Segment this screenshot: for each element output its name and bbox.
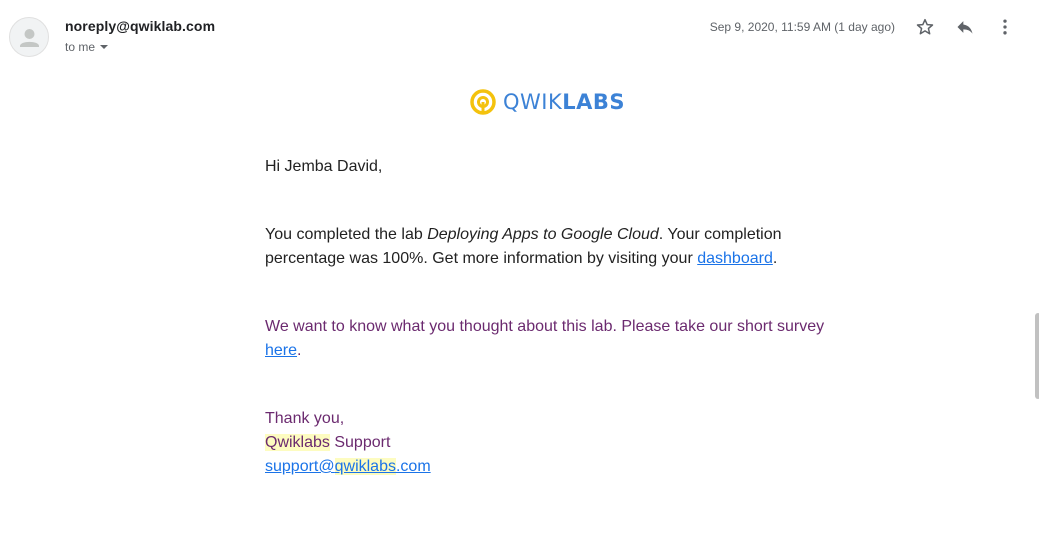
- sender-email: noreply@qwiklab.com: [65, 18, 216, 34]
- qwiklabs-logo: QWIKLABS: [469, 88, 625, 116]
- more-vert-icon: [1003, 19, 1007, 35]
- lab-name: Deploying Apps to Google Cloud: [427, 226, 659, 243]
- completion-paragraph: You completed the lab Deploying Apps to …: [265, 226, 782, 267]
- more-options-button[interactable]: [991, 13, 1019, 41]
- reply-button[interactable]: [951, 13, 979, 41]
- qwiklabs-logo-icon: [470, 89, 496, 115]
- star-icon: [916, 18, 934, 35]
- survey-paragraph: We want to know what you thought about t…: [265, 318, 825, 359]
- email-header: noreply@qwiklab.com to me Sep 9, 2020, 1…: [0, 0, 1039, 70]
- sender-avatar[interactable]: [9, 17, 49, 57]
- person-icon: [20, 29, 39, 47]
- support-email-link[interactable]: support@qwiklabs.com: [265, 458, 431, 475]
- support-email-line: support@qwiklabs.com: [265, 455, 825, 479]
- recipient-details-toggle[interactable]: to me: [65, 40, 109, 54]
- email-signoff: Thank you, Qwiklabs Support support@qwik…: [265, 407, 825, 479]
- survey-link[interactable]: here: [265, 342, 297, 359]
- recipient-label: to me: [65, 40, 96, 54]
- logo-text: QWIKLABS: [503, 90, 626, 114]
- reply-icon: [957, 21, 973, 34]
- dashboard-link[interactable]: dashboard: [697, 250, 773, 267]
- vertical-scrollbar[interactable]: [1035, 313, 1039, 399]
- star-button[interactable]: [911, 13, 939, 41]
- thanks-line: Thank you,: [265, 410, 345, 427]
- caret-down-icon: [100, 44, 109, 49]
- signature-line: Qwiklabs Support: [265, 434, 391, 451]
- email-date: Sep 9, 2020, 11:59 AM (1 day ago): [709, 20, 895, 34]
- email-greeting: Hi Jemba David,: [265, 158, 383, 175]
